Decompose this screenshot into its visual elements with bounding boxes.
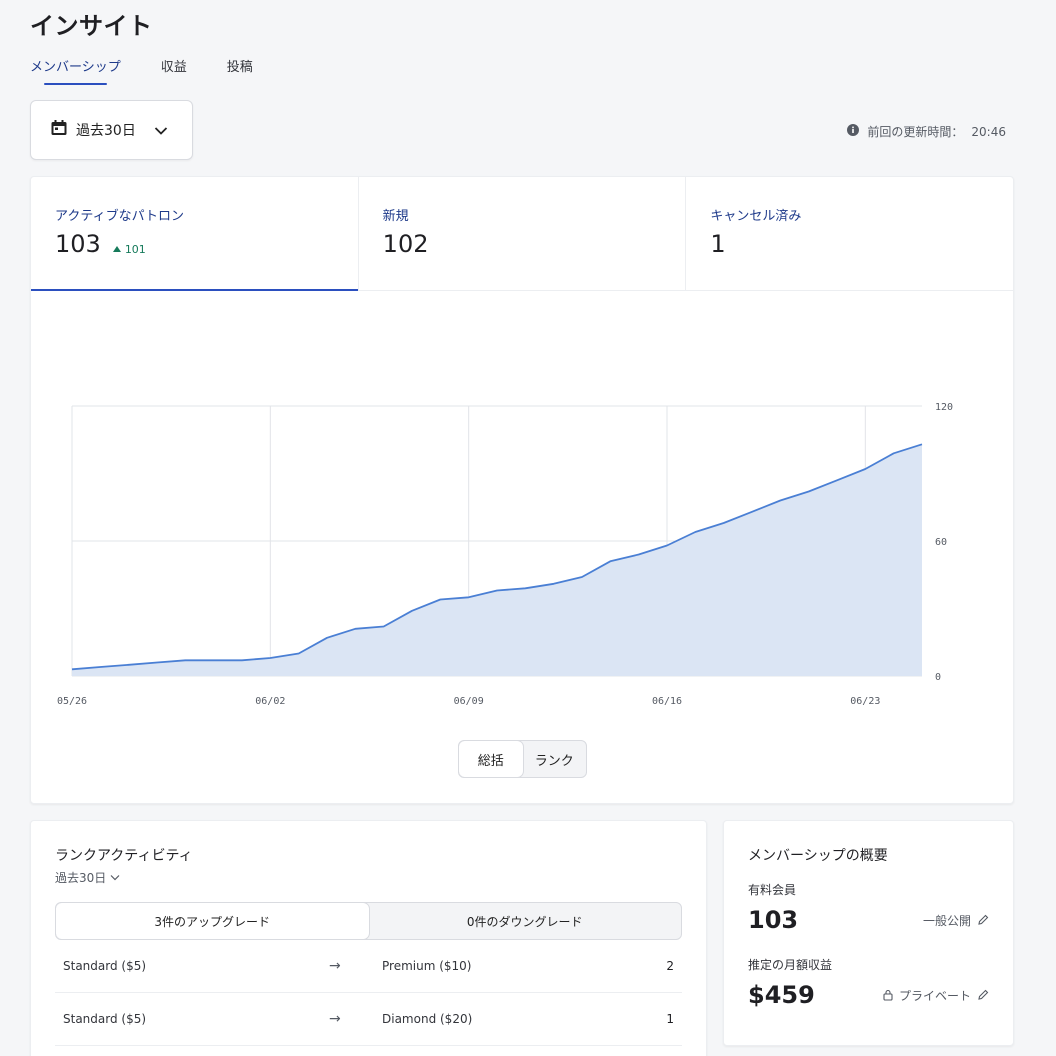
x-tick-label: 06/09	[454, 696, 484, 707]
y-tick-label: 120	[935, 402, 953, 413]
x-tick-label: 05/26	[57, 696, 87, 707]
monthly-revenue-label: 推定の月額収益	[748, 958, 833, 972]
summary-title: メンバーシップの概要	[748, 848, 888, 864]
tab-posts[interactable]: 投稿	[227, 56, 253, 85]
rank-to: Diamond ($20)	[382, 1012, 473, 1026]
last-updated-time: 20:46	[971, 124, 1006, 139]
metric-label: キャンセル済み	[710, 209, 802, 224]
date-range-label: 過去30日	[76, 123, 136, 139]
revenue-visibility-label: プライベート	[898, 988, 971, 1003]
calendar-icon	[50, 119, 68, 141]
rank-activity-card: ランクアクティビティ 過去30日 3件のアップグレード 0件のダウングレード S…	[30, 820, 707, 1056]
y-tick-label: 60	[935, 537, 947, 548]
paid-members-label: 有料会員	[748, 883, 797, 897]
membership-overview-card: アクティブなパトロン 103 101 新規 102 キャンセル済み 1 120 6…	[30, 176, 1014, 804]
metric-cancelled[interactable]: キャンセル済み 1	[685, 177, 1013, 290]
rank-period-select[interactable]: 過去30日	[55, 869, 682, 886]
monthly-revenue-value: $459	[748, 981, 815, 1009]
patrons-chart-svg: 120 60 0 05/26 06/02 06/09 06/16 06/23	[57, 402, 953, 707]
date-range-select[interactable]: 過去30日	[30, 100, 193, 160]
rank-from: Standard ($5)	[63, 1012, 147, 1026]
table-row: Standard ($5) → Premium ($10) 2	[55, 940, 682, 993]
lock-icon	[883, 989, 893, 1001]
downgrades-tab[interactable]: 0件のダウングレード	[369, 903, 682, 939]
x-tick-label: 06/16	[652, 696, 682, 707]
membership-summary-card: メンバーシップの概要 有料会員 103 一般公開 推定の月額収益 $459 プラ…	[723, 820, 1014, 1046]
rank-count: 1	[666, 1012, 674, 1026]
paid-members-value: 103	[748, 906, 799, 934]
paid-visibility-label: 一般公開	[922, 913, 971, 928]
upgrade-downgrade-toggle: 3件のアップグレード 0件のダウングレード	[55, 902, 682, 940]
series-area	[72, 444, 922, 676]
table-row: Standard ($5) → Diamond ($20) 1	[55, 993, 682, 1046]
pencil-icon	[978, 914, 989, 925]
rank-to: Premium ($10)	[382, 959, 472, 973]
tab-membership[interactable]: メンバーシップ	[30, 56, 121, 85]
rank-activity-title: ランクアクティビティ	[55, 848, 193, 864]
metric-delta: 101	[112, 242, 146, 256]
patrons-chart: 120 60 0 05/26 06/02 06/09 06/16 06/23	[31, 291, 1015, 711]
chevron-down-icon	[154, 121, 168, 140]
chevron-down-icon	[110, 875, 120, 881]
metric-value: 103	[55, 230, 101, 258]
metric-delta-value: 101	[124, 242, 146, 256]
rank-period-label: 過去30日	[55, 871, 107, 885]
metrics-tabs: アクティブなパトロン 103 101 新規 102 キャンセル済み 1	[31, 177, 1013, 291]
upgrades-tab[interactable]: 3件のアップグレード	[56, 903, 369, 939]
metric-label: アクティブなパトロン	[55, 209, 184, 224]
x-tick-label: 06/02	[255, 696, 285, 707]
metric-value: 102	[382, 230, 429, 258]
toggle-rank[interactable]: ランク	[523, 741, 587, 777]
page-title: インサイト	[30, 12, 153, 40]
toggle-summary[interactable]: 総括	[459, 741, 523, 777]
rank-count: 2	[666, 959, 674, 973]
metric-value: 1	[710, 230, 726, 258]
metric-new[interactable]: 新規 102	[357, 177, 686, 290]
arrow-right-icon: →	[329, 958, 341, 974]
last-updated-label: 前回の更新時間：	[867, 125, 964, 139]
pencil-icon	[978, 989, 989, 1000]
metric-active-patrons[interactable]: アクティブなパトロン 103 101	[31, 177, 358, 291]
info-icon	[847, 124, 860, 139]
y-tick-label: 0	[935, 672, 941, 683]
rank-from: Standard ($5)	[63, 959, 147, 973]
paid-visibility-edit[interactable]: 一般公開	[923, 912, 989, 929]
x-tick-label: 06/23	[850, 696, 880, 707]
triangle-up-icon	[112, 246, 121, 252]
arrow-right-icon: →	[329, 1011, 341, 1027]
last-updated: 前回の更新時間： 20:46	[847, 123, 1006, 140]
tab-bar: メンバーシップ 収益 投稿	[30, 56, 253, 85]
tab-earnings[interactable]: 収益	[161, 56, 187, 85]
chart-view-toggle: 総括 ランク	[458, 740, 587, 778]
revenue-visibility-edit[interactable]: プライベート	[883, 987, 989, 1004]
metric-label: 新規	[382, 209, 409, 224]
